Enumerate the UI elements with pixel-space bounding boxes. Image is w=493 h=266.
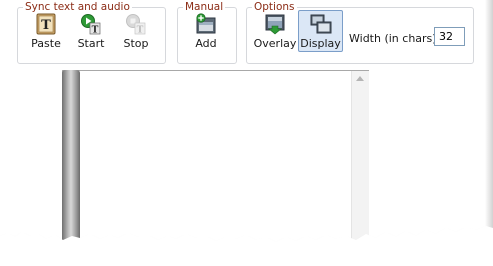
scroll-up-arrow-icon[interactable] (356, 76, 364, 81)
overlay-icon (265, 14, 285, 35)
overlay-label: Overlay (253, 37, 297, 50)
add-label: Add (195, 37, 217, 50)
display-icon (310, 14, 331, 34)
svg-text:T: T (92, 26, 99, 36)
stop-button[interactable]: T Stop (112, 10, 160, 52)
svg-text:T: T (137, 26, 144, 36)
paste-label: Paste (31, 37, 61, 50)
play-text-icon: T (81, 14, 101, 36)
svg-text:T: T (41, 18, 51, 33)
stop-label: Stop (123, 37, 149, 50)
page-shadow-edge (485, 0, 493, 230)
display-button[interactable]: Display (298, 10, 343, 52)
width-label: Width (in chars): (349, 32, 441, 45)
text-t-icon: T (36, 13, 56, 35)
torn-edge-decoration (0, 226, 493, 266)
overlay-button[interactable]: Overlay (251, 10, 299, 52)
add-frame-icon (196, 13, 216, 34)
add-button[interactable]: Add (182, 10, 230, 52)
width-chars-input[interactable] (434, 27, 465, 46)
start-label: Start (77, 37, 105, 50)
start-button[interactable]: T Start (67, 10, 115, 52)
paste-button[interactable]: T Paste (22, 10, 70, 52)
stop-text-icon: T (126, 14, 146, 36)
display-label: Display (300, 37, 341, 50)
toolbar: Sync text and audio T Paste T Start T St… (0, 0, 493, 70)
